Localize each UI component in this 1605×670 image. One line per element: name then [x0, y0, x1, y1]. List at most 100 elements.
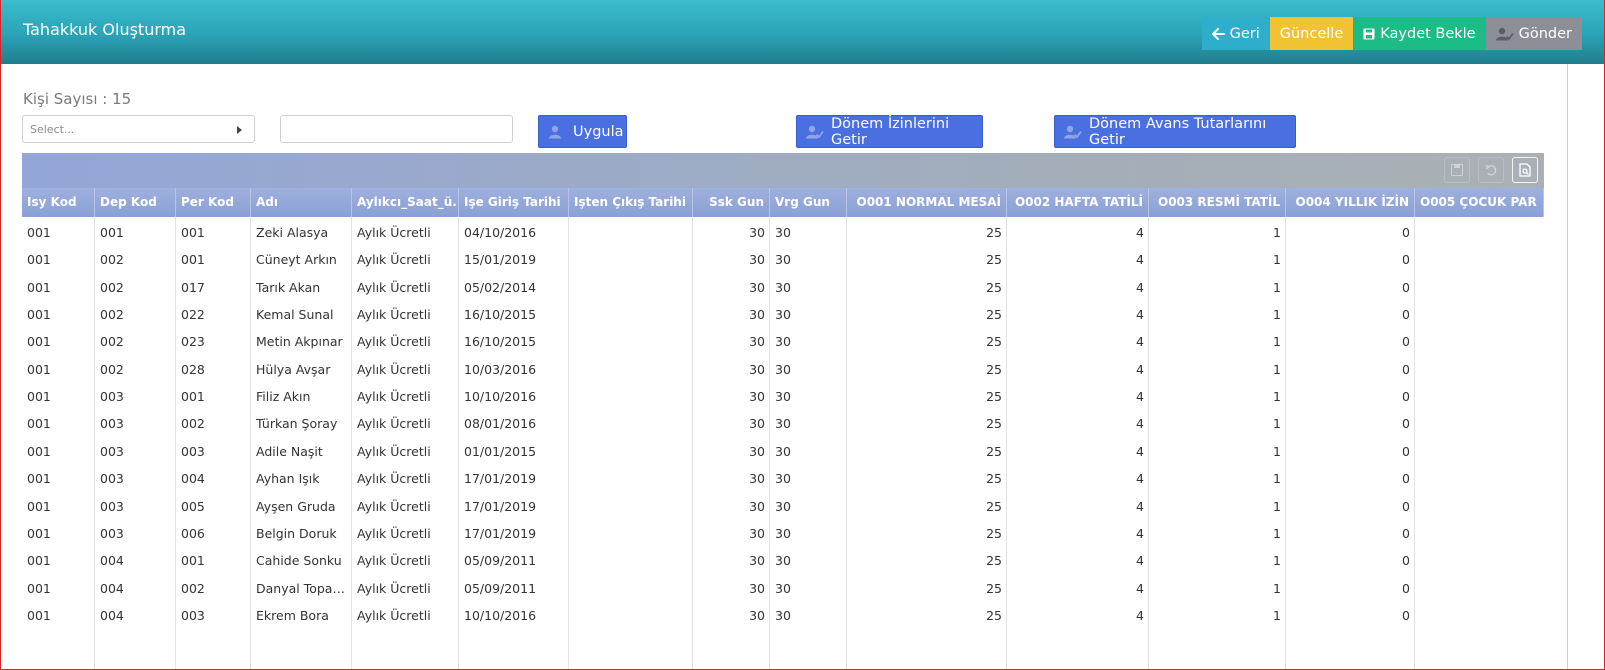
cell-o001-normal-mesai[interactable]: 25 — [847, 356, 1007, 383]
cell-adi[interactable]: Tarık Akan — [251, 274, 352, 301]
cell-ise-giris-tarihi[interactable]: 10/10/2016 — [459, 383, 569, 410]
cell-o001-normal-mesai[interactable]: 25 — [847, 219, 1007, 246]
cell-dep-kod[interactable]: 003 — [95, 383, 176, 410]
cell-o001-normal-mesai[interactable]: 25 — [847, 301, 1007, 328]
cell-isy-kod[interactable]: 001 — [22, 328, 95, 355]
cell-adi[interactable]: Cahide Sonku — [251, 547, 352, 574]
cell-dep-kod[interactable]: 004 — [95, 547, 176, 574]
table-row[interactable]: 001 003 003 Adile Naşit Aylık Ücretli 01/01/2… — [22, 438, 1544, 465]
cell-ise-giris-tarihi[interactable]: 05/09/2011 — [459, 547, 569, 574]
table-row[interactable]: 001 002 022 Kemal Sunal Aylık Ücretli 16/10/2… — [22, 301, 1544, 328]
cell-ssk-gun[interactable]: 30 — [693, 547, 770, 574]
cell-ssk-gun[interactable]: 30 — [693, 575, 770, 602]
cell-o001-normal-mesai[interactable]: 25 — [847, 383, 1007, 410]
cell-o001-normal-mesai[interactable]: 25 — [847, 438, 1007, 465]
cell-adi[interactable]: Türkan Şoray — [251, 410, 352, 437]
cell-o004-yillik-izin[interactable]: 0 — [1286, 301, 1415, 328]
cell-isten-cikis-tarihi[interactable] — [569, 520, 693, 547]
cell-o003-resmi-tatil[interactable]: 1 — [1149, 410, 1286, 437]
cell-per-kod[interactable]: 002 — [176, 575, 251, 602]
cell-o004-yillik-izin[interactable]: 0 — [1286, 438, 1415, 465]
cell-aylikci-saat[interactable]: Aylık Ücretli — [352, 328, 459, 355]
send-button[interactable]: Gönder — [1485, 17, 1582, 50]
cell-dep-kod[interactable]: 004 — [95, 602, 176, 629]
cell-vrg-gun[interactable]: 30 — [770, 465, 847, 492]
cell-adi[interactable]: Kemal Sunal — [251, 301, 352, 328]
cell-vrg-gun[interactable]: 30 — [770, 520, 847, 547]
cell-vrg-gun[interactable]: 30 — [770, 602, 847, 629]
cell-o005-cocuk-par[interactable] — [1415, 575, 1544, 602]
cell-dep-kod[interactable]: 002 — [95, 301, 176, 328]
cell-o004-yillik-izin[interactable]: 0 — [1286, 328, 1415, 355]
cell-o005-cocuk-par[interactable] — [1415, 602, 1544, 629]
column-header-ise-giris-tarihi[interactable]: Işe Giriş Tarihi — [459, 188, 569, 217]
cell-o002-hafta-tatili[interactable]: 4 — [1007, 547, 1149, 574]
column-header-isten-cikis-tarihi[interactable]: Işten Çıkış Tarihi — [569, 188, 693, 217]
cell-aylikci-saat[interactable]: Aylık Ücretli — [352, 575, 459, 602]
cell-ise-giris-tarihi[interactable]: 01/01/2015 — [459, 438, 569, 465]
cell-isten-cikis-tarihi[interactable] — [569, 328, 693, 355]
cell-o002-hafta-tatili[interactable]: 4 — [1007, 383, 1149, 410]
cell-aylikci-saat[interactable]: Aylık Ücretli — [352, 493, 459, 520]
cell-o005-cocuk-par[interactable] — [1415, 438, 1544, 465]
table-row[interactable]: 001 003 005 Ayşen Gruda Aylık Ücretli 17/01/2… — [22, 493, 1544, 520]
cell-adi[interactable]: Hülya Avşar — [251, 356, 352, 383]
table-row[interactable]: 001 004 002 Danyal Topat... Aylık Ücretli 05/… — [22, 575, 1544, 602]
cell-ise-giris-tarihi[interactable]: 15/01/2019 — [459, 246, 569, 273]
cell-vrg-gun[interactable]: 30 — [770, 356, 847, 383]
cell-isy-kod[interactable]: 001 — [22, 301, 95, 328]
cell-per-kod[interactable]: 001 — [176, 219, 251, 246]
cell-vrg-gun[interactable]: 30 — [770, 301, 847, 328]
cell-aylikci-saat[interactable]: Aylık Ücretli — [352, 246, 459, 273]
column-header-dep-kod[interactable]: Dep Kod — [95, 188, 176, 217]
table-row[interactable]: 001 002 017 Tarık Akan Aylık Ücretli 05/02/20… — [22, 274, 1544, 301]
cell-o004-yillik-izin[interactable]: 0 — [1286, 410, 1415, 437]
cell-isten-cikis-tarihi[interactable] — [569, 410, 693, 437]
cell-o004-yillik-izin[interactable]: 0 — [1286, 219, 1415, 246]
cell-per-kod[interactable]: 003 — [176, 438, 251, 465]
cell-o003-resmi-tatil[interactable]: 1 — [1149, 246, 1286, 273]
export-icon[interactable] — [1512, 157, 1538, 183]
cell-o002-hafta-tatili[interactable]: 4 — [1007, 438, 1149, 465]
save-icon[interactable] — [1444, 157, 1470, 183]
cell-per-kod[interactable]: 022 — [176, 301, 251, 328]
table-row[interactable]: 001 002 028 Hülya Avşar Aylık Ücretli 10/03/2… — [22, 356, 1544, 383]
cell-ssk-gun[interactable]: 30 — [693, 410, 770, 437]
table-row[interactable]: 001 004 001 Cahide Sonku Aylık Ücretli 05/09/… — [22, 547, 1544, 574]
cell-isten-cikis-tarihi[interactable] — [569, 274, 693, 301]
table-row[interactable]: 001 003 006 Belgin Doruk Aylık Ücretli 17/01/… — [22, 520, 1544, 547]
cell-o005-cocuk-par[interactable] — [1415, 219, 1544, 246]
cell-o002-hafta-tatili[interactable]: 4 — [1007, 602, 1149, 629]
cell-isy-kod[interactable]: 001 — [22, 274, 95, 301]
cell-per-kod[interactable]: 028 — [176, 356, 251, 383]
cell-o005-cocuk-par[interactable] — [1415, 383, 1544, 410]
cell-o005-cocuk-par[interactable] — [1415, 493, 1544, 520]
cell-isy-kod[interactable]: 001 — [22, 547, 95, 574]
cell-o003-resmi-tatil[interactable]: 1 — [1149, 383, 1286, 410]
cell-ise-giris-tarihi[interactable]: 05/09/2011 — [459, 575, 569, 602]
cell-dep-kod[interactable]: 002 — [95, 356, 176, 383]
cell-isten-cikis-tarihi[interactable] — [569, 246, 693, 273]
column-header-o003-resmi-tatil[interactable]: O003 RESMİ TATİL — [1149, 188, 1286, 217]
update-button[interactable]: Güncelle — [1269, 17, 1354, 50]
cell-o002-hafta-tatili[interactable]: 4 — [1007, 328, 1149, 355]
cell-ise-giris-tarihi[interactable]: 10/10/2016 — [459, 602, 569, 629]
cell-o001-normal-mesai[interactable]: 25 — [847, 274, 1007, 301]
cell-o004-yillik-izin[interactable]: 0 — [1286, 246, 1415, 273]
column-header-isy-kod[interactable]: Isy Kod — [22, 188, 95, 217]
cell-ise-giris-tarihi[interactable]: 04/10/2016 — [459, 219, 569, 246]
cell-dep-kod[interactable]: 003 — [95, 493, 176, 520]
cell-o002-hafta-tatili[interactable]: 4 — [1007, 410, 1149, 437]
cell-adi[interactable]: Ayhan Işık — [251, 465, 352, 492]
cell-adi[interactable]: Metin Akpınar — [251, 328, 352, 355]
cell-o005-cocuk-par[interactable] — [1415, 301, 1544, 328]
cell-aylikci-saat[interactable]: Aylık Ücretli — [352, 301, 459, 328]
cell-o004-yillik-izin[interactable]: 0 — [1286, 575, 1415, 602]
back-button[interactable]: Geri — [1201, 17, 1270, 50]
cell-dep-kod[interactable]: 004 — [95, 575, 176, 602]
cell-ise-giris-tarihi[interactable]: 10/03/2016 — [459, 356, 569, 383]
cell-vrg-gun[interactable]: 30 — [770, 328, 847, 355]
cell-adi[interactable]: Zeki Alasya — [251, 219, 352, 246]
cell-ssk-gun[interactable]: 30 — [693, 438, 770, 465]
cell-per-kod[interactable]: 001 — [176, 547, 251, 574]
